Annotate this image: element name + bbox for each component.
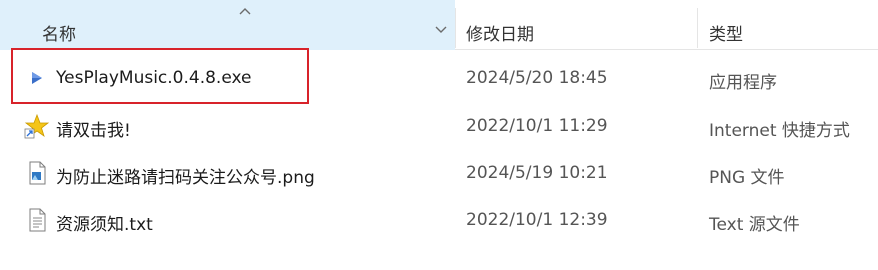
column-header-name-label: 名称 (42, 25, 76, 45)
file-type: 应用程序 (709, 73, 777, 93)
png-file-icon (29, 161, 46, 185)
column-divider[interactable] (455, 8, 456, 48)
file-row[interactable]: 为防止迷路请扫码关注公众号.png 2024/5/19 10:21 PNG 文件 (0, 151, 878, 197)
file-name[interactable]: 资源须知.txt (56, 210, 153, 235)
column-header-bar: 名称 修改日期 类型 (0, 0, 878, 50)
file-date: 2022/10/1 11:29 (466, 116, 608, 136)
column-header-type[interactable]: 类型 (709, 20, 743, 45)
file-date: 2024/5/19 10:21 (466, 163, 608, 183)
internet-shortcut-icon (24, 113, 50, 139)
sort-ascending-icon (239, 8, 251, 15)
column-divider[interactable] (697, 8, 698, 48)
file-type: Internet 快捷方式 (709, 121, 850, 141)
file-row[interactable]: 资源须知.txt 2022/10/1 12:39 Text 源文件 (0, 198, 878, 244)
file-type: PNG 文件 (709, 168, 785, 188)
column-header-date[interactable]: 修改日期 (466, 20, 534, 45)
file-name[interactable]: 为防止迷路请扫码关注公众号.png (56, 163, 315, 188)
file-name[interactable]: 请双击我! (56, 116, 131, 141)
file-type: Text 源文件 (709, 215, 800, 235)
column-header-name[interactable]: 名称 (0, 0, 455, 50)
file-row[interactable]: 请双击我! 2022/10/1 11:29 Internet 快捷方式 (0, 104, 878, 150)
file-date: 2022/10/1 12:39 (466, 210, 608, 230)
chevron-down-icon[interactable] (431, 22, 451, 38)
text-file-icon (29, 208, 46, 232)
highlight-annotation-box (11, 48, 309, 104)
file-date: 2024/5/20 18:45 (466, 68, 608, 88)
